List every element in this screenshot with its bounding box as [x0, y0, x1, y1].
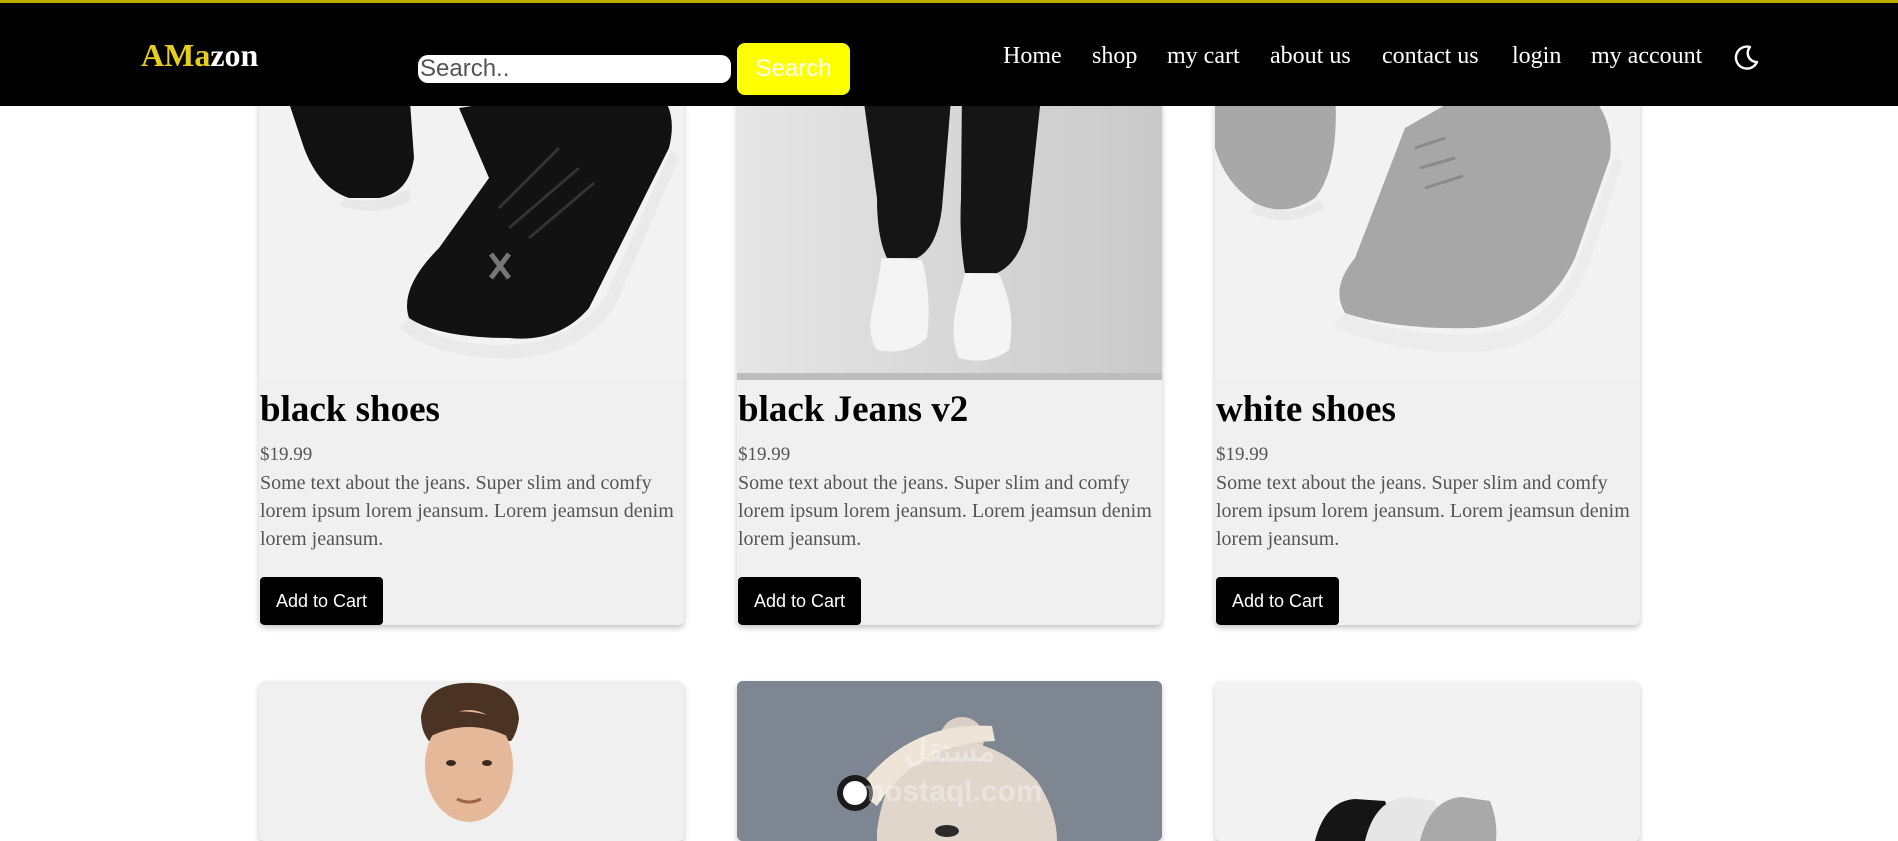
site-logo[interactable]: AMazon — [141, 37, 258, 74]
add-to-cart-button[interactable]: Add to Cart — [260, 577, 384, 625]
logo-letter-a2: a — [194, 37, 211, 73]
product-image[interactable] — [1215, 681, 1640, 841]
product-price: $19.99 — [260, 444, 313, 465]
logo-letter-a: A — [141, 37, 165, 73]
man-portrait-image — [259, 681, 684, 841]
product-image[interactable] — [737, 681, 1162, 841]
product-name: white shoes — [1216, 389, 1396, 430]
product-description: Some text about the jeans. Super slim an… — [738, 472, 1152, 550]
product-card — [259, 681, 684, 841]
product-name: black Jeans v2 — [738, 389, 969, 430]
nav-my-cart[interactable]: my cart — [1167, 43, 1240, 70]
nav-home[interactable]: Home — [1003, 43, 1062, 70]
product-name: black shoes — [260, 389, 440, 430]
moon-icon[interactable] — [1733, 43, 1761, 71]
nav-contact-us[interactable]: contact us — [1382, 43, 1479, 70]
top-navbar: AMazon Search Home shop my cart about us… — [0, 0, 1898, 106]
product-price: $19.99 — [738, 444, 791, 465]
product-card: black Jeans v2 $19.99 Some text about th… — [737, 88, 1162, 625]
search-input[interactable] — [418, 55, 731, 83]
product-image[interactable] — [259, 681, 684, 841]
woman-smartwatch-image — [737, 681, 1162, 841]
nav-shop[interactable]: shop — [1092, 43, 1137, 70]
nav-about-us[interactable]: about us — [1270, 43, 1351, 70]
product-card — [1215, 681, 1640, 841]
product-card: white shoes $19.99 Some text about the j… — [1215, 88, 1640, 625]
logo-rest: zon — [210, 37, 259, 73]
product-image[interactable] — [737, 88, 1162, 380]
product-card — [737, 681, 1162, 841]
product-image[interactable] — [259, 88, 684, 380]
product-card: black shoes $19.99 Some text about the j… — [259, 88, 684, 625]
product-price: $19.99 — [1216, 444, 1269, 465]
logo-letter-m: M — [164, 37, 195, 73]
grey-sneakers-image — [1215, 88, 1640, 380]
black-sneakers-image — [259, 88, 684, 380]
add-to-cart-button[interactable]: Add to Cart — [1216, 577, 1340, 625]
black-jeans-image — [737, 88, 1162, 380]
nav-my-account[interactable]: my account — [1591, 43, 1702, 70]
add-to-cart-button[interactable]: Add to Cart — [738, 577, 862, 625]
product-description: Some text about the jeans. Super slim an… — [260, 472, 674, 550]
sneaker-trio-image — [1215, 681, 1640, 841]
product-description: Some text about the jeans. Super slim an… — [1216, 472, 1630, 550]
nav-login[interactable]: login — [1512, 43, 1561, 70]
search-button[interactable]: Search — [737, 43, 850, 95]
product-image[interactable] — [1215, 88, 1640, 380]
